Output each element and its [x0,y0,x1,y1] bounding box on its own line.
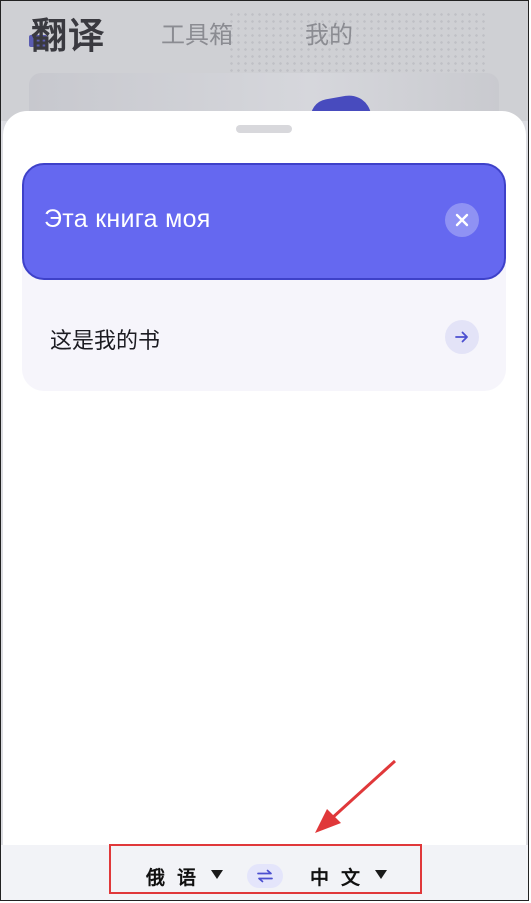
translation-result: 这是我的书 [50,329,161,354]
translation-sheet: Эта книга моя 这是我的书 [3,111,526,900]
tab-toolbox[interactable]: 工具箱 [161,15,233,50]
source-text[interactable]: Эта книга моя [44,205,211,234]
app-screen: 翻译 工具箱 我的 Эта книга моя 这是我的书 俄语 中文 [0,0,529,901]
arrow-right-icon [455,331,468,343]
highlight-box [109,844,422,894]
tab-translate[interactable]: 翻译 [31,7,105,59]
translation-card: Эта книга моя 这是我的书 [22,163,506,391]
sheet-drag-handle[interactable] [236,125,292,133]
source-input-box[interactable]: Эта книга моя [22,163,506,280]
open-result-button[interactable] [445,320,479,354]
close-icon [455,213,469,227]
clear-button[interactable] [445,203,479,237]
world-map-decoration [228,11,488,81]
tab-mine[interactable]: 我的 [305,15,353,50]
